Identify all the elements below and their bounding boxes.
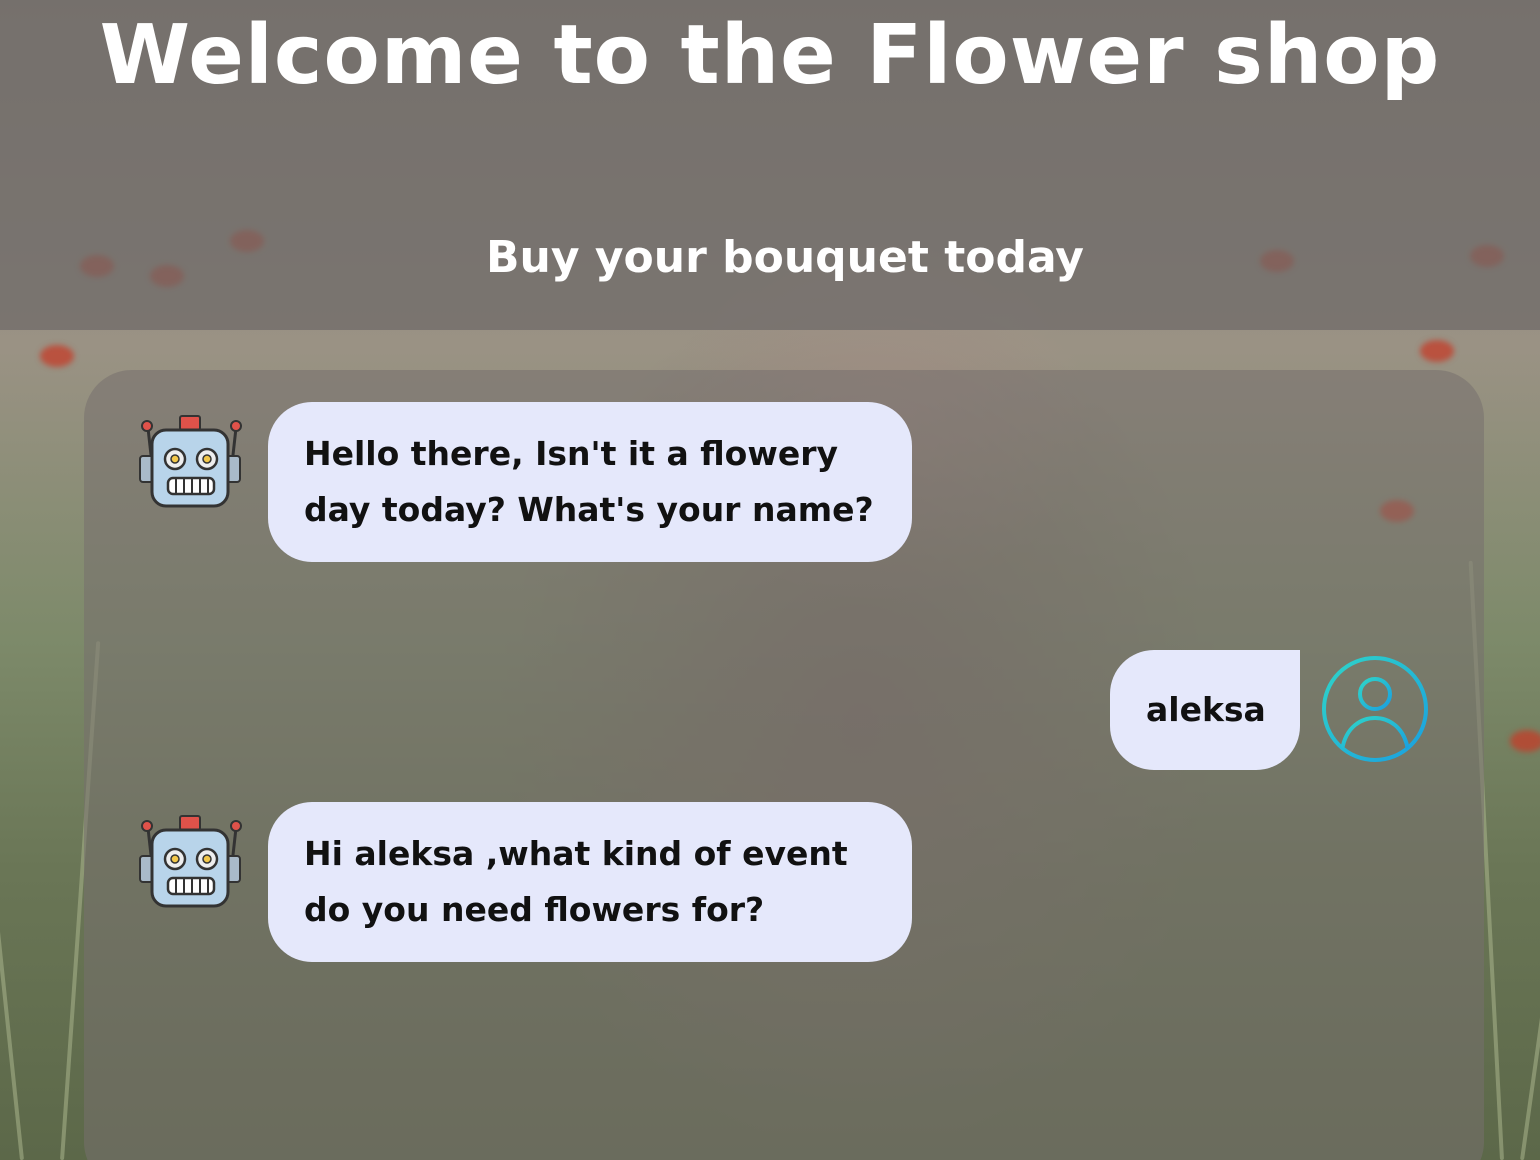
page: Welcome to the Flower shop Buy your bouq… (0, 0, 1540, 1160)
grass-decoration (0, 563, 24, 1160)
poppy-decoration (40, 345, 74, 367)
poppy-decoration (1420, 340, 1454, 362)
bot-message-bubble: Hello there, Isn't it a flowery day toda… (268, 402, 912, 562)
user-message-bubble: aleksa (1110, 650, 1300, 770)
page-subtitle: Buy your bouquet today (486, 232, 1084, 283)
header: Welcome to the Flower shop Buy your bouq… (0, 0, 1540, 330)
robot-icon (138, 814, 242, 914)
grass-decoration (1520, 704, 1540, 1160)
bot-message-bubble: Hi aleksa ,what kind of event do you nee… (268, 802, 912, 962)
page-title: Welcome to the Flower shop (99, 8, 1441, 103)
user-circle-icon (1320, 654, 1430, 764)
robot-icon (138, 414, 242, 514)
poppy-decoration (1510, 730, 1540, 752)
